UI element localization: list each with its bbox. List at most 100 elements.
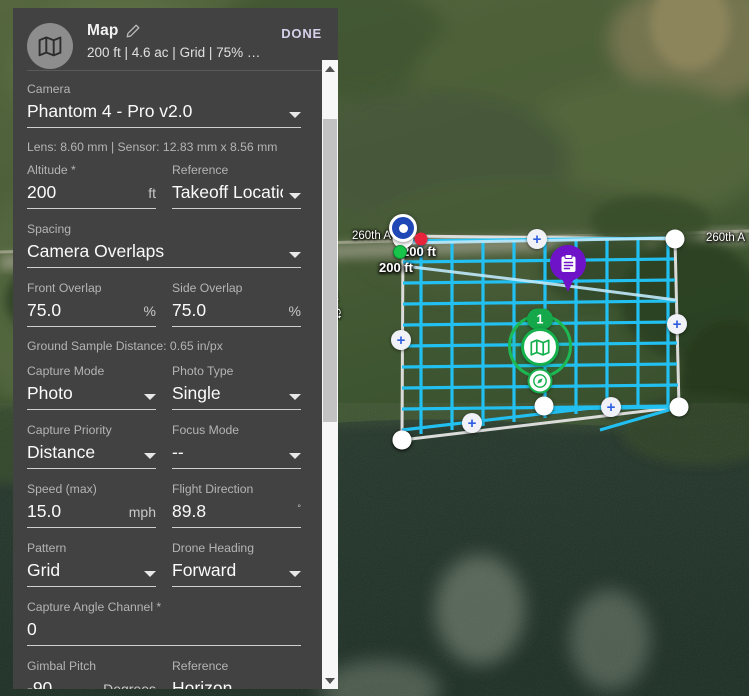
altitude-reference-field[interactable]: Reference Takeoff Locatio	[172, 162, 301, 221]
mission-map-marker[interactable]	[521, 328, 559, 366]
capture-angle-channel-label: Capture Angle Channel *	[27, 600, 162, 614]
altitude-input[interactable]: 200 ft	[27, 178, 156, 209]
polygon-midpoint-handle[interactable]: +	[462, 413, 482, 433]
gimbal-pitch-unit: Degrees	[103, 681, 156, 689]
drone-heading-field[interactable]: Drone Heading Forward	[172, 540, 301, 599]
photo-type-select[interactable]: Single	[172, 379, 301, 410]
chevron-down-icon	[289, 571, 301, 577]
scrollbar-track[interactable]	[322, 77, 338, 672]
polygon-midpoint-handle[interactable]: +	[527, 229, 547, 249]
chevron-down-icon	[144, 571, 156, 577]
photo-type-label: Photo Type	[172, 364, 234, 378]
focus-mode-label: Focus Mode	[172, 423, 240, 437]
spacing-label: Spacing	[27, 222, 72, 236]
polygon-midpoint-handle[interactable]: +	[667, 314, 687, 334]
panel-header: Map 200 ft | 4.6 ac | Grid | 75% … DONE	[13, 8, 338, 69]
speed-max-unit: mph	[128, 504, 156, 520]
scroll-up-button[interactable]	[322, 60, 338, 77]
focus-mode-field[interactable]: Focus Mode --	[172, 422, 301, 481]
field-row-overlap: Front Overlap 75.0 % Side Overlap 75.0 %	[13, 280, 315, 339]
camera-select[interactable]: Phantom 4 - Pro v2.0	[27, 97, 301, 128]
pattern-field[interactable]: Pattern Grid	[27, 540, 156, 599]
street-label-260th-ave-west: 260th A	[352, 230, 392, 242]
capture-angle-channel-input[interactable]: 0	[27, 615, 301, 646]
map-avatar-icon	[27, 23, 73, 69]
front-overlap-field[interactable]: Front Overlap 75.0 %	[27, 280, 156, 339]
mission-index-badge[interactable]: 1	[527, 308, 553, 330]
altitude-value: 200	[27, 182, 57, 202]
gimbal-pitch-field[interactable]: Gimbal Pitch -90 Degrees	[27, 658, 156, 689]
altitude-reference-value: Takeoff Locatio	[172, 182, 283, 202]
polygon-midpoint-handle[interactable]: +	[601, 397, 621, 417]
altitude-unit: ft	[148, 185, 156, 201]
polygon-vertex[interactable]	[665, 229, 685, 249]
capture-angle-channel-field[interactable]: Capture Angle Channel * 0	[27, 599, 301, 658]
map-icon	[38, 35, 62, 56]
front-overlap-input[interactable]: 75.0 %	[27, 296, 156, 327]
focus-mode-select[interactable]: --	[172, 438, 301, 469]
pin-tail	[559, 272, 577, 292]
capture-mode-label: Capture Mode	[27, 364, 105, 378]
flight-direction-value: 89.8	[172, 501, 207, 521]
pattern-label: Pattern	[27, 541, 67, 555]
map-icon	[530, 338, 550, 356]
home-location-marker[interactable]	[389, 214, 417, 242]
panel-fields-container: Camera Phantom 4 - Pro v2.0 Lens: 8.60 m…	[13, 71, 315, 689]
gimbal-reference-field[interactable]: Reference Horizon	[172, 658, 301, 689]
polygon-midpoint-handle[interactable]: +	[391, 330, 411, 350]
altitude-reference-select[interactable]: Takeoff Locatio	[172, 178, 301, 209]
scrollbar-thumb[interactable]	[323, 119, 337, 422]
gimbal-reference-select[interactable]: Horizon	[172, 674, 301, 689]
field-row-camera: Camera Phantom 4 - Pro v2.0	[13, 81, 315, 140]
flight-direction-label: Flight Direction	[172, 482, 254, 496]
photo-type-field[interactable]: Photo Type Single	[172, 363, 301, 422]
focus-mode-value: --	[172, 442, 184, 462]
mission-task-pin[interactable]	[550, 245, 586, 293]
panel-header-texts: Map 200 ft | 4.6 ac | Grid | 75% …	[87, 22, 279, 60]
capture-mode-select[interactable]: Photo	[27, 379, 156, 410]
gimbal-pitch-input[interactable]: -90 Degrees	[27, 674, 156, 689]
chevron-down-icon	[144, 394, 156, 400]
altitude-reference-label: Reference	[172, 163, 229, 177]
polygon-vertex[interactable]	[534, 396, 554, 416]
speed-max-value: 15.0	[27, 501, 62, 521]
front-overlap-label: Front Overlap	[27, 281, 102, 295]
field-row-capture-mode: Capture Mode Photo Photo Type Single	[13, 363, 315, 422]
field-row-capture-priority: Capture Priority Distance Focus Mode --	[13, 422, 315, 481]
spacing-field[interactable]: Spacing Camera Overlaps	[27, 221, 301, 280]
panel-scroll-region[interactable]: Camera Phantom 4 - Pro v2.0 Lens: 8.60 m…	[13, 71, 338, 689]
chevron-down-icon	[289, 112, 301, 118]
pattern-select[interactable]: Grid	[27, 556, 156, 587]
photo-type-value: Single	[172, 383, 221, 403]
side-overlap-unit: %	[288, 303, 301, 319]
polygon-vertex[interactable]	[669, 397, 689, 417]
flight-direction-input[interactable]: 89.8 °	[172, 497, 301, 528]
polygon-vertex[interactable]	[392, 430, 412, 450]
camera-label: Camera	[27, 82, 71, 96]
speed-max-field[interactable]: Speed (max) 15.0 mph	[27, 481, 156, 540]
street-label-260th-ave-east: 260th A	[706, 232, 746, 244]
drone-heading-select[interactable]: Forward	[172, 556, 301, 587]
chevron-down-icon	[289, 394, 301, 400]
flight-direction-field[interactable]: Flight Direction 89.8 °	[172, 481, 301, 540]
altitude-label-home: 200 ft	[379, 260, 413, 275]
panel-scrollbar[interactable]	[322, 60, 338, 689]
altitude-field[interactable]: Altitude * 200 ft	[27, 162, 156, 221]
scroll-down-button[interactable]	[322, 672, 338, 689]
pencil-icon[interactable]	[126, 24, 140, 38]
spacing-select[interactable]: Camera Overlaps	[27, 237, 301, 268]
mission-end-dot[interactable]	[414, 232, 428, 246]
front-overlap-value: 75.0	[27, 300, 62, 320]
speed-max-input[interactable]: 15.0 mph	[27, 497, 156, 528]
camera-field[interactable]: Camera Phantom 4 - Pro v2.0	[27, 81, 301, 140]
mission-start-dot[interactable]	[393, 245, 407, 259]
side-overlap-input[interactable]: 75.0 %	[172, 296, 301, 327]
camera-value: Phantom 4 - Pro v2.0	[27, 101, 193, 121]
capture-priority-field[interactable]: Capture Priority Distance	[27, 422, 156, 481]
done-button[interactable]: DONE	[279, 24, 324, 43]
field-row-spacing: Spacing Camera Overlaps	[13, 221, 315, 280]
capture-mode-field[interactable]: Capture Mode Photo	[27, 363, 156, 422]
compass-button[interactable]	[527, 368, 553, 394]
side-overlap-field[interactable]: Side Overlap 75.0 %	[172, 280, 301, 339]
capture-priority-select[interactable]: Distance	[27, 438, 156, 469]
